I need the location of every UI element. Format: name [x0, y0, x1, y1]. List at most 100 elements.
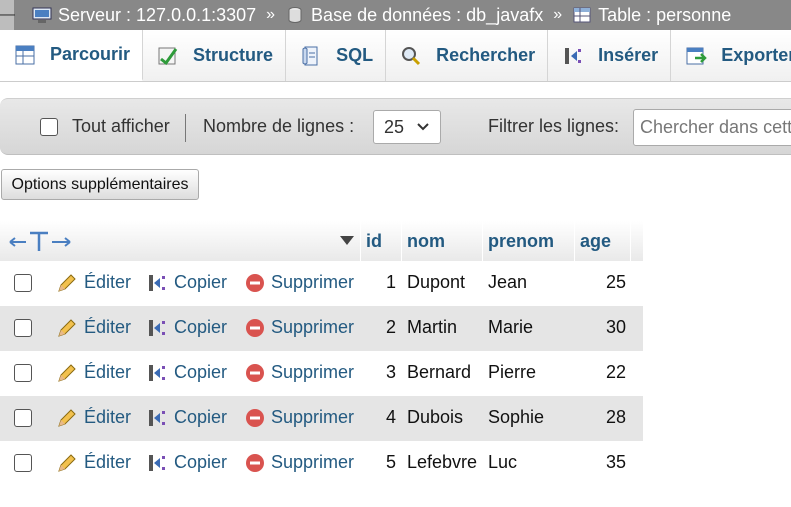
cell-age: 25 — [605, 272, 626, 292]
tab-structure-label: Structure — [193, 45, 274, 65]
sql-icon — [302, 46, 318, 65]
column-arrows-icon[interactable] — [8, 231, 72, 253]
cell-id: 5 — [385, 452, 396, 472]
delete-icon[interactable] — [244, 407, 266, 429]
navigation-bar: Tout afficher Nombre de lignes : 25 Filt… — [0, 98, 791, 155]
column-divider — [401, 221, 402, 261]
copy-icon[interactable] — [147, 362, 169, 384]
breadcrumb-table[interactable]: Table : personne — [572, 5, 731, 26]
copy-icon[interactable] — [147, 272, 169, 294]
tab-export[interactable]: Exporter — [671, 30, 791, 81]
table-body: Éditer Copier Supprimer 1 Dupont Jean 25… — [0, 261, 643, 486]
edit-link[interactable]: Éditer — [84, 362, 131, 383]
tab-search-label: Rechercher — [436, 45, 536, 65]
show-all-checkbox[interactable] — [40, 118, 58, 136]
breadcrumb-table-label: Table : personne — [598, 4, 732, 25]
copy-link[interactable]: Copier — [174, 452, 227, 473]
extra-options-button[interactable]: Options supplémentaires — [1, 169, 199, 200]
delete-icon[interactable] — [244, 272, 266, 294]
breadcrumb-separator: » — [266, 6, 276, 23]
column-header-prenom[interactable]: prenom — [488, 221, 554, 261]
filter-rows-label: Filtrer les lignes: — [488, 116, 620, 136]
copy-link[interactable]: Copier — [174, 362, 227, 383]
tab-search[interactable]: Rechercher — [386, 30, 549, 81]
cell-nom: Lefebvre — [407, 452, 478, 472]
cell-id: 3 — [385, 362, 396, 382]
tab-sql-label: SQL — [336, 45, 374, 65]
column-divider — [482, 221, 483, 261]
tab-sql[interactable]: SQL — [286, 30, 387, 81]
copy-link[interactable]: Copier — [174, 317, 227, 338]
delete-link[interactable]: Supprimer — [271, 317, 354, 338]
delete-icon[interactable] — [244, 317, 266, 339]
column-divider — [630, 221, 631, 261]
cell-age: 35 — [605, 452, 626, 472]
pencil-icon[interactable] — [56, 407, 78, 429]
tab-browse[interactable]: Parcourir — [0, 30, 144, 81]
tab-structure[interactable]: Structure — [143, 30, 287, 81]
server-icon — [32, 7, 52, 23]
edit-link[interactable]: Éditer — [84, 317, 131, 338]
divider — [185, 114, 186, 142]
column-header-nom[interactable]: nom — [407, 221, 445, 261]
cell-nom: Dupont — [407, 272, 466, 292]
delete-link[interactable]: Supprimer — [271, 452, 354, 473]
breadcrumb-server-label: Serveur : 127.0.0.1:3307 — [58, 4, 257, 25]
cell-prenom: Jean — [488, 272, 528, 292]
row-checkbox[interactable] — [14, 409, 32, 427]
rows-count-label: Nombre de lignes : — [203, 116, 355, 136]
delete-link[interactable]: Supprimer — [271, 272, 354, 293]
cell-age: 28 — [605, 407, 626, 427]
pencil-icon[interactable] — [56, 452, 78, 474]
row-checkbox[interactable] — [14, 319, 32, 337]
rows-count-value: 25 — [384, 116, 405, 137]
rows-count-select[interactable]: 25 — [373, 110, 441, 144]
cell-nom: Bernard — [407, 362, 472, 382]
copy-icon[interactable] — [147, 317, 169, 339]
breadcrumb: — Serveur : 127.0.0.1:3307 » Base de don… — [0, 0, 791, 30]
column-header-age[interactable]: age — [580, 221, 611, 261]
cell-id: 1 — [385, 272, 396, 292]
edit-link[interactable]: Éditer — [84, 407, 131, 428]
column-header-id[interactable]: id — [366, 221, 382, 261]
pencil-icon[interactable] — [56, 272, 78, 294]
pencil-icon[interactable] — [56, 362, 78, 384]
breadcrumb-database-label: Base de données : db_javafx — [311, 4, 544, 25]
row-checkbox[interactable] — [14, 364, 32, 382]
breadcrumb-server[interactable]: Serveur : 127.0.0.1:3307 — [32, 5, 256, 26]
edit-link[interactable]: Éditer — [84, 452, 131, 473]
table-row: Éditer Copier Supprimer 1 Dupont Jean 25 — [0, 261, 643, 306]
tab-export-label: Exporter — [721, 45, 791, 65]
edit-link[interactable]: Éditer — [84, 272, 131, 293]
table-row: Éditer Copier Supprimer 5 Lefebvre Luc 3… — [0, 441, 643, 486]
row-checkbox[interactable] — [14, 454, 32, 472]
tab-insert[interactable]: Insérer — [548, 30, 672, 81]
cell-id: 4 — [385, 407, 396, 427]
collapse-icon[interactable]: — — [0, 0, 15, 30]
delete-icon[interactable] — [244, 452, 266, 474]
delete-link[interactable]: Supprimer — [271, 407, 354, 428]
pencil-icon[interactable] — [56, 317, 78, 339]
table-row: Éditer Copier Supprimer 3 Bernard Pierre… — [0, 351, 643, 396]
filter-rows-input[interactable]: Chercher dans cette table — [633, 109, 791, 146]
insert-icon — [565, 47, 582, 64]
chevron-down-icon — [417, 123, 429, 131]
cell-nom: Martin — [407, 317, 458, 337]
browse-icon — [15, 45, 35, 64]
cell-nom: Dubois — [407, 407, 464, 427]
column-divider — [360, 221, 361, 261]
breadcrumb-database[interactable]: Base de données : db_javafx — [285, 5, 543, 26]
copy-link[interactable]: Copier — [174, 272, 227, 293]
copy-icon[interactable] — [147, 452, 169, 474]
export-icon — [686, 47, 707, 64]
copy-icon[interactable] — [147, 407, 169, 429]
delete-link[interactable]: Supprimer — [271, 362, 354, 383]
sort-down-icon[interactable] — [339, 235, 355, 247]
delete-icon[interactable] — [244, 362, 266, 384]
database-icon — [288, 7, 302, 23]
results-table: id nom prenom age Éditer Copier Supprime… — [0, 221, 643, 486]
row-checkbox[interactable] — [14, 274, 32, 292]
table-row: Éditer Copier Supprimer 4 Dubois Sophie … — [0, 396, 643, 441]
structure-icon — [158, 47, 178, 65]
copy-link[interactable]: Copier — [174, 407, 227, 428]
